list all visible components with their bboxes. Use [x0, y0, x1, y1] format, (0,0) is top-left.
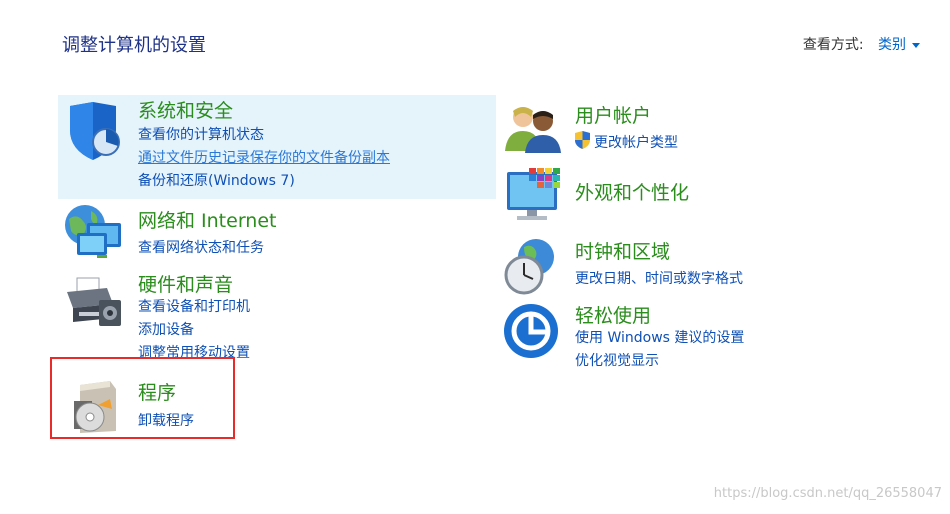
ease-of-access-icon[interactable]	[502, 302, 560, 360]
category-link[interactable]: 更改帐户类型	[594, 132, 678, 152]
category-link[interactable]: 通过文件历史记录保存你的文件备份副本	[138, 147, 390, 167]
category-link[interactable]: 使用 Windows 建议的设置	[575, 327, 744, 347]
category-title[interactable]: 系统和安全	[138, 96, 233, 123]
uac-shield-icon	[575, 131, 590, 149]
category-title[interactable]: 外观和个性化	[575, 178, 689, 205]
category-link[interactable]: 查看设备和打印机	[138, 296, 250, 316]
category-link[interactable]: 更改日期、时间或数字格式	[575, 268, 743, 288]
chevron-down-icon[interactable]	[912, 42, 920, 48]
category-title[interactable]: 网络和 Internet	[138, 206, 276, 233]
view-by-label: 查看方式:	[802, 37, 864, 53]
category-link[interactable]: 查看网络状态和任务	[138, 237, 264, 257]
category-title[interactable]: 硬件和声音	[138, 270, 233, 297]
network-globe-icon[interactable]	[63, 203, 125, 261]
appearance-monitor-icon[interactable]	[503, 166, 563, 224]
category-link[interactable]: 备份和还原(Windows 7)	[138, 170, 295, 190]
watermark: https://blog.csdn.net/qq_26558047	[713, 486, 942, 501]
shield-icon[interactable]	[66, 100, 124, 162]
view-by: 查看方式: 类别	[803, 34, 920, 54]
category-link[interactable]: 查看你的计算机状态	[138, 124, 264, 144]
category-link[interactable]: 优化视觉显示	[575, 350, 659, 370]
view-by-dropdown[interactable]: 类别	[878, 37, 920, 53]
category-link[interactable]: 添加设备	[138, 319, 194, 339]
clock-globe-icon[interactable]	[502, 237, 560, 295]
page-title: 调整计算机的设置	[62, 35, 206, 56]
category-title[interactable]: 时钟和区域	[575, 237, 670, 264]
highlight-annotation-box	[50, 357, 235, 439]
printer-icon[interactable]	[63, 274, 125, 332]
users-icon[interactable]	[503, 103, 561, 153]
view-by-value[interactable]: 类别	[878, 37, 906, 53]
category-title[interactable]: 用户帐户	[575, 101, 651, 128]
category-title[interactable]: 轻松使用	[575, 301, 651, 328]
